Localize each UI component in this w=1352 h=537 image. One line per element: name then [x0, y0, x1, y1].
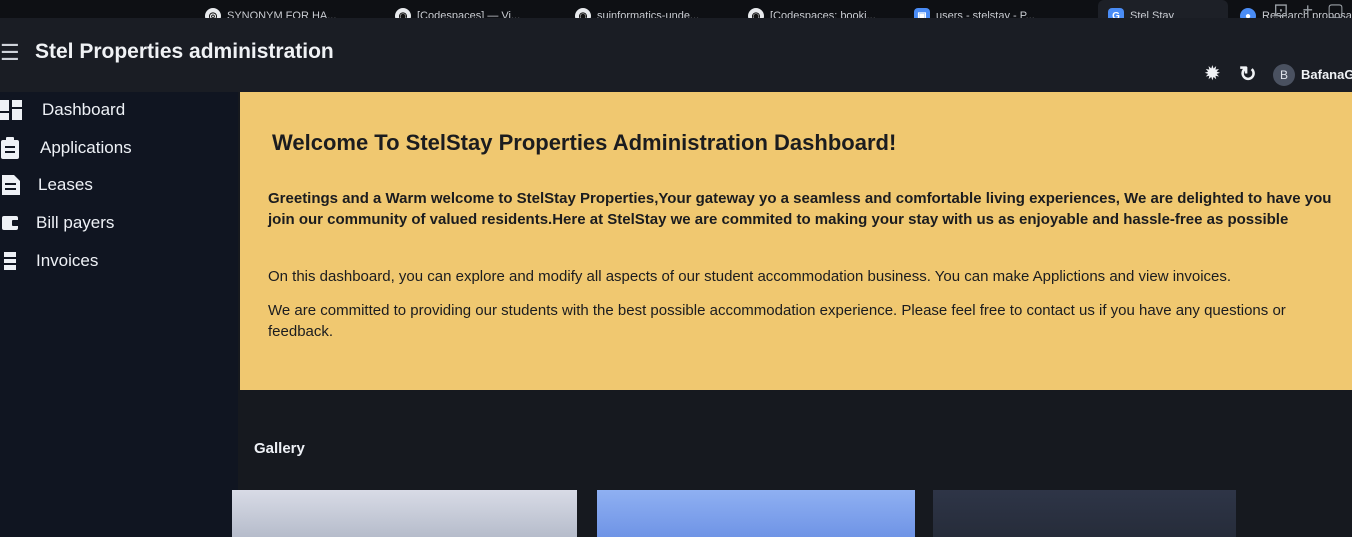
document-icon — [0, 175, 22, 195]
sidebar-item-label: Invoices — [36, 251, 99, 270]
gallery-image[interactable] — [232, 490, 577, 537]
sidebar-item-label: Leases — [38, 175, 93, 194]
sidebar-item-label: Dashboard — [42, 100, 126, 119]
welcome-explore-text: On this dashboard, you can explore and m… — [268, 268, 1232, 285]
page-title: Welcome To StelStay Properties Administr… — [272, 130, 897, 155]
welcome-greeting: Greetings and a Warm welcome to StelStay… — [268, 190, 1332, 228]
main-content: Welcome To StelStay Properties Administr… — [232, 92, 1352, 537]
gallery-image[interactable] — [933, 490, 1236, 537]
sidebar-item-label: Bill payers — [36, 213, 115, 232]
gallery-title: Gallery — [254, 440, 305, 457]
sidebar-item-leases[interactable]: Leases — [0, 171, 93, 199]
gallery-image[interactable] — [597, 490, 915, 537]
welcome-banner: Welcome To StelStay Properties Administr… — [240, 92, 1352, 390]
refresh-icon[interactable]: ↻ — [1239, 62, 1259, 86]
wallet-icon — [0, 213, 22, 233]
sidebar: Dashboard Applications Leases Bill payer… — [0, 92, 238, 537]
sidebar-item-invoices[interactable]: Invoices — [0, 247, 98, 275]
sidebar-item-dashboard[interactable]: Dashboard — [0, 96, 125, 124]
dashboard-icon — [0, 100, 22, 120]
list-icon — [0, 251, 22, 271]
sidebar-item-label: Applications — [40, 138, 132, 157]
theme-toggle-icon[interactable]: ✹ — [1204, 64, 1224, 84]
app-title: Stel Properties administration — [35, 40, 334, 63]
app-bar: ☰ Stel Properties administration — [0, 18, 1352, 92]
clipboard-icon — [0, 137, 22, 159]
welcome-commitment-text: We are committed to providing our studen… — [268, 302, 1286, 340]
sidebar-item-applications[interactable]: Applications — [0, 134, 132, 162]
user-name[interactable]: BafanaG — [1301, 67, 1352, 82]
menu-icon[interactable]: ☰ — [0, 40, 20, 66]
sidebar-item-bill-payers[interactable]: Bill payers — [0, 209, 114, 237]
avatar[interactable]: B — [1273, 64, 1295, 86]
